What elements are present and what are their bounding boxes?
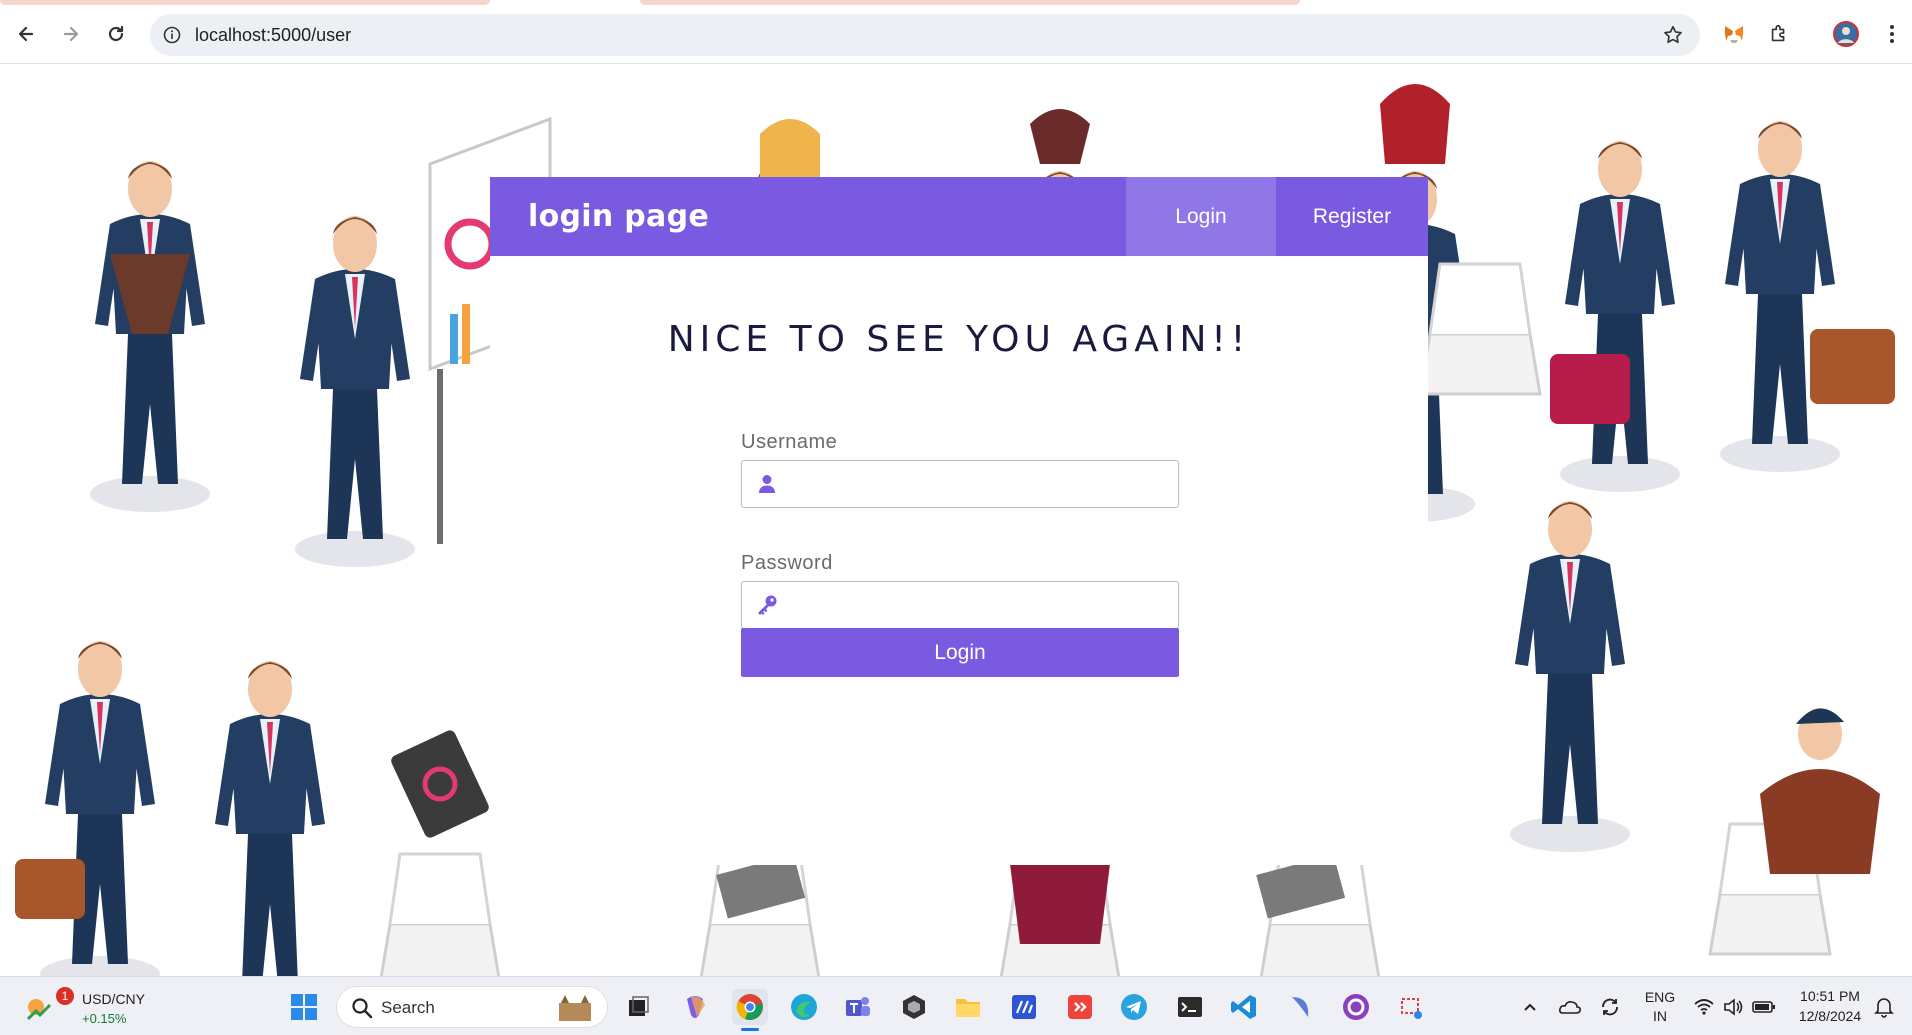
app-icon[interactable] xyxy=(1282,989,1318,1025)
sync-icon[interactable] xyxy=(1592,989,1628,1025)
bookmark-star-icon[interactable] xyxy=(1660,22,1686,48)
task-view-icon[interactable] xyxy=(620,989,656,1025)
ticker-change: +0.15% xyxy=(82,1011,127,1026)
extensions-puzzle-icon[interactable] xyxy=(1763,18,1795,50)
address-bar[interactable]: localhost:5000/user xyxy=(150,14,1700,56)
teams-icon[interactable] xyxy=(840,989,876,1025)
reload-icon[interactable] xyxy=(100,18,132,50)
metamask-icon[interactable] xyxy=(1718,18,1750,50)
username-input[interactable] xyxy=(790,461,1170,507)
language-top[interactable]: ENG xyxy=(1640,989,1680,1005)
username-field[interactable] xyxy=(741,460,1179,508)
anydesk-icon[interactable] xyxy=(1062,989,1098,1025)
page-heading: NICE TO SEE YOU AGAIN!! xyxy=(667,319,1251,360)
brand-title[interactable]: login page xyxy=(528,199,709,234)
battery-icon[interactable] xyxy=(1746,989,1782,1025)
site-info-icon[interactable] xyxy=(160,23,184,47)
nav-login-link[interactable]: Login xyxy=(1126,177,1276,256)
copilot-icon[interactable] xyxy=(677,989,713,1025)
clock-time[interactable]: 10:51 PM xyxy=(1790,988,1870,1004)
unity-icon[interactable] xyxy=(896,989,932,1025)
terminal-icon[interactable] xyxy=(1172,989,1208,1025)
language-bottom[interactable]: IN xyxy=(1640,1008,1680,1024)
page-viewport: login page Login Register NICE TO SEE YO… xyxy=(0,64,1912,976)
password-input[interactable] xyxy=(790,582,1170,628)
telegram-icon[interactable] xyxy=(1116,989,1152,1025)
tab-strip-accent xyxy=(640,0,1300,5)
onedrive-icon[interactable] xyxy=(1552,989,1588,1025)
menu-kebab-icon[interactable] xyxy=(1876,18,1908,50)
ticker-name: USD/CNY xyxy=(82,991,146,1007)
windows-taskbar: 1 USD/CNY +0.15% Search ENG IN 10:51 PM … xyxy=(0,976,1912,1035)
username-label: Username xyxy=(741,431,838,453)
taskbar-search[interactable]: Search xyxy=(336,986,608,1028)
profile-avatar-icon[interactable] xyxy=(1830,18,1862,50)
navbar: login page Login Register xyxy=(490,177,1428,256)
nav-register-link[interactable]: Register xyxy=(1276,177,1428,256)
url-text[interactable]: localhost:5000/user xyxy=(195,25,351,46)
user-icon xyxy=(756,473,778,495)
ticker-badge: 1 xyxy=(56,987,74,1005)
search-highlight-thumbnail xyxy=(559,995,591,1021)
key-icon xyxy=(756,594,778,616)
snipping-tool-icon[interactable] xyxy=(1394,989,1430,1025)
edge-icon[interactable] xyxy=(786,989,822,1025)
login-submit-button[interactable]: Login xyxy=(741,628,1179,677)
back-arrow-icon[interactable] xyxy=(10,18,42,50)
clock-date[interactable]: 12/8/2024 xyxy=(1790,1008,1870,1024)
vscode-icon[interactable] xyxy=(1226,989,1262,1025)
notification-bell-icon[interactable] xyxy=(1866,989,1902,1025)
active-indicator xyxy=(741,1028,759,1031)
file-explorer-icon[interactable] xyxy=(950,989,986,1025)
password-field[interactable] xyxy=(741,581,1179,629)
forward-arrow-icon[interactable] xyxy=(55,18,87,50)
browser-chrome: localhost:5000/user xyxy=(0,0,1912,64)
search-icon xyxy=(352,998,373,1019)
windows-start-icon[interactable] xyxy=(286,989,322,1025)
github-desktop-icon[interactable] xyxy=(1338,989,1374,1025)
tab-strip-accent xyxy=(0,0,490,5)
login-card: login page Login Register NICE TO SEE YO… xyxy=(490,177,1428,865)
ticker-widget[interactable]: 1 USD/CNY +0.15% xyxy=(20,985,160,1029)
app-icon[interactable] xyxy=(1006,989,1042,1025)
password-label: Password xyxy=(741,552,833,574)
chevron-up-icon[interactable] xyxy=(1512,989,1548,1025)
ticker-icon xyxy=(26,999,52,1021)
chrome-icon[interactable] xyxy=(732,989,768,1031)
search-label: Search xyxy=(381,998,435,1017)
